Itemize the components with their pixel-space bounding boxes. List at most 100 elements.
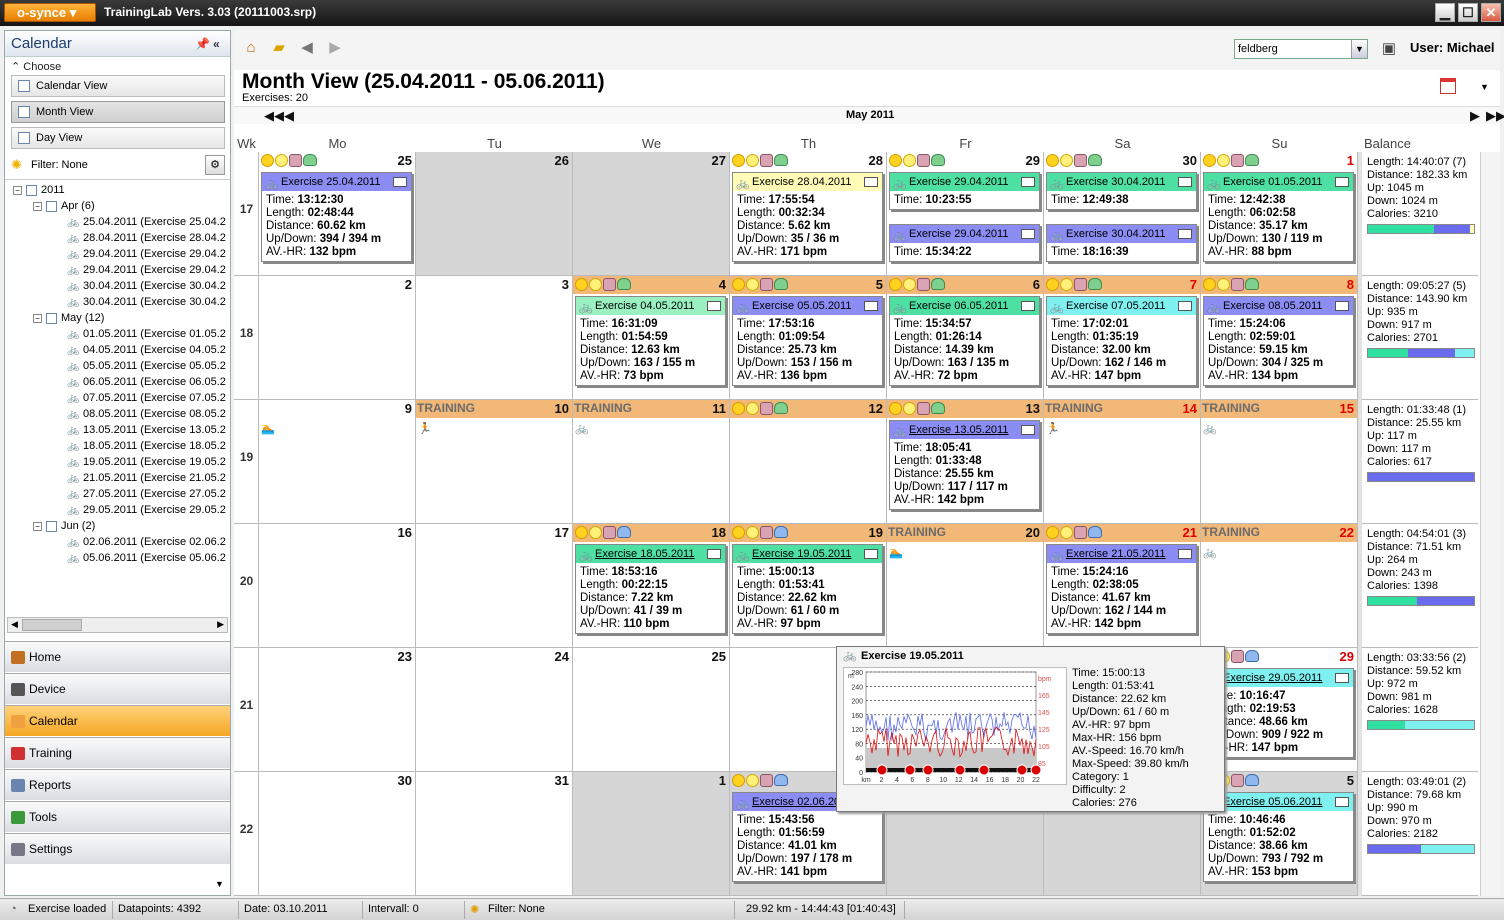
details-icon[interactable] — [1335, 177, 1349, 187]
exercise-card[interactable]: 🚲 Exercise 30.04.2011 Time: 12:49:38 — [1046, 172, 1197, 210]
exercise-card[interactable]: 🚲Exercise 29.05.2011Time: 10:16:47Length… — [1203, 668, 1354, 758]
exercise-card[interactable]: 🚲 Exercise 25.04.2011 Time: 13:12:30 Length… — [261, 172, 412, 262]
day-cell[interactable]: 25 — [573, 648, 730, 772]
maximize-button[interactable]: ☐ — [1458, 3, 1478, 22]
exercise-card[interactable]: 🚲Exercise 05.06.2011Time: 10:46:46Length… — [1203, 792, 1354, 882]
exercise-card-header[interactable]: 🚲 Exercise 13.05.2011 — [890, 421, 1039, 439]
tree-exercise-item[interactable]: 🚲 30.04.2011 (Exercise 30.04.2 — [67, 294, 226, 310]
day-cell[interactable]: 5 🚲 Exercise 05.05.2011 Time: 17:53:16 Lengt… — [730, 276, 887, 400]
exercise-card[interactable]: 🚲 Exercise 19.05.2011 Time: 15:00:13 Length… — [732, 544, 883, 634]
day-cell[interactable]: 18 🚲 Exercise 18.05.2011 Time: 18:53:16 Leng… — [573, 524, 730, 648]
exercise-card[interactable]: 🚲 Exercise 06.05.2011 Time: 15:34:57 Length… — [889, 296, 1040, 386]
forward-arrow-icon[interactable]: ▶ — [326, 40, 344, 56]
exercise-card-header[interactable]: 🚲 Exercise 04.05.2011 — [576, 297, 725, 315]
exercise-title[interactable]: Exercise 08.05.2011 — [1223, 300, 1322, 312]
exercise-title[interactable]: Exercise 30.04.2011 — [1066, 228, 1165, 240]
exercise-card-header[interactable]: 🚲 Exercise 21.05.2011 — [1047, 545, 1196, 563]
tree-exercise-item[interactable]: 🚲 05.05.2011 (Exercise 05.05.2 — [67, 358, 226, 374]
exercise-title[interactable]: Exercise 05.06.2011 — [1223, 796, 1322, 808]
exercise-card[interactable]: 🚲 Exercise 29.04.2011 Time: 10:23:55 — [889, 172, 1040, 210]
day-cell[interactable]: 23 — [259, 648, 416, 772]
exercise-card-header[interactable]: 🚲 Exercise 28.04.2011 — [733, 173, 882, 191]
tree-month-may[interactable]: − May (12) — [33, 310, 104, 326]
details-icon[interactable] — [1021, 301, 1035, 311]
day-cell[interactable]: 8 🚲 Exercise 08.05.2011 Time: 15:24:06 Lengt… — [1201, 276, 1358, 400]
close-button[interactable]: ✕ — [1481, 3, 1501, 22]
filter-settings-button[interactable]: ⚙ — [205, 155, 225, 175]
exercise-card[interactable]: 🚲 Exercise 08.05.2011 Time: 15:24:06 Length… — [1203, 296, 1354, 386]
tree-exercise-item[interactable]: 🚲 21.05.2011 (Exercise 21.05.2 — [67, 470, 226, 486]
exercise-title[interactable]: Exercise 21.05.2011 — [1066, 548, 1165, 560]
day-cell[interactable]: 21 🚲 Exercise 21.05.2011 Time: 15:24:16 Leng… — [1044, 524, 1201, 648]
month-view-button[interactable]: Month View — [11, 101, 225, 123]
exercise-title[interactable]: Exercise 04.05.2011 — [595, 300, 694, 312]
exercise-card[interactable]: 🚲 Exercise 13.05.2011 Time: 18:05:41 Length… — [889, 420, 1040, 510]
exercise-title[interactable]: Exercise 30.04.2011 — [1066, 176, 1165, 188]
day-cell[interactable]: 16 — [259, 524, 416, 648]
details-icon[interactable] — [1335, 797, 1349, 807]
exercise-title[interactable]: Exercise 01.05.2011 — [1223, 176, 1322, 188]
nav-tools-button[interactable]: Tools — [5, 801, 230, 832]
day-cell[interactable]: TRAINING 20 🏊 — [887, 524, 1044, 648]
day-view-button[interactable]: Day View — [11, 127, 225, 149]
scroll-right-icon[interactable]: ▶ — [217, 619, 224, 630]
nav-more-chevron-icon[interactable]: ▼ — [215, 879, 224, 889]
details-icon[interactable] — [864, 301, 878, 311]
day-cell[interactable]: TRAINING 15 🚲 — [1201, 400, 1358, 524]
tree-exercise-item[interactable]: 🚲 02.06.2011 (Exercise 02.06.2 — [67, 534, 226, 550]
next-month-icon[interactable]: ▶ — [1470, 108, 1480, 124]
tree-exercise-item[interactable]: 🚲 04.05.2011 (Exercise 04.05.2 — [67, 342, 226, 358]
day-cell[interactable]: 1 — [573, 772, 730, 896]
day-cell[interactable]: 12 — [730, 400, 887, 524]
exercise-title[interactable]: Exercise 19.05.2011 — [752, 548, 851, 560]
exercise-card[interactable]: 🚲 Exercise 18.05.2011 Time: 18:53:16 Length… — [575, 544, 726, 634]
day-cell[interactable]: TRAINING 22 🚲 — [1201, 524, 1358, 648]
tree-exercise-item[interactable]: 🚲 01.05.2011 (Exercise 01.05.2 — [67, 326, 226, 342]
minimize-button[interactable]: ▁ — [1435, 3, 1455, 22]
home-icon[interactable]: ⌂ — [242, 40, 260, 56]
exercise-card[interactable]: 🚲 Exercise 29.04.2011 Time: 15:34:22 — [889, 224, 1040, 262]
tree-exercise-item[interactable]: 🚲 19.05.2011 (Exercise 19.05.2 — [67, 454, 226, 470]
menu-chevron-icon[interactable]: ▼ — [1480, 82, 1489, 92]
day-cell[interactable]: TRAINING 14 🏃 — [1044, 400, 1201, 524]
day-cell[interactable]: 31 — [416, 772, 573, 896]
nav-device-button[interactable]: Device — [5, 673, 230, 704]
details-icon[interactable] — [864, 177, 878, 187]
nav-settings-button[interactable]: Settings — [5, 833, 230, 864]
app-logo-menu[interactable]: o-synce ▾ — [4, 3, 96, 22]
exercise-card-header[interactable]: 🚲 Exercise 25.04.2011 — [262, 173, 411, 191]
nav-home-button[interactable]: Home — [5, 641, 230, 672]
exercise-card[interactable]: 🚲 Exercise 05.05.2011 Time: 17:53:16 Length… — [732, 296, 883, 386]
day-cell[interactable]: 17 — [416, 524, 573, 648]
day-cell[interactable]: TRAINING 11 🚲 — [573, 400, 730, 524]
exercise-card-header[interactable]: 🚲 Exercise 05.05.2011 — [733, 297, 882, 315]
exercise-card[interactable]: 🚲 Exercise 04.05.2011 Time: 16:31:09 Length… — [575, 296, 726, 386]
exercise-title[interactable]: Exercise 29.04.2011 — [909, 228, 1008, 240]
tree-exercise-item[interactable]: 🚲 29.04.2011 (Exercise 29.04.2 — [67, 246, 226, 262]
back-arrow-icon[interactable]: ◀ — [298, 40, 316, 56]
tree-expand-icon[interactable]: − — [33, 521, 42, 531]
day-cell[interactable]: TRAINING 10 🏃 — [416, 400, 573, 524]
day-cell[interactable]: 19 🚲 Exercise 19.05.2011 Time: 15:00:13 Leng… — [730, 524, 887, 648]
tree-horizontal-scrollbar[interactable]: ◀ ▶ — [7, 617, 228, 633]
next-year-icon[interactable]: ▶▶ — [1486, 108, 1504, 124]
details-icon[interactable] — [864, 549, 878, 559]
exercise-card-header[interactable]: 🚲Exercise 05.06.2011 — [1204, 793, 1353, 811]
exercise-title[interactable]: Exercise 13.05.2011 — [909, 424, 1008, 436]
device-icon[interactable]: ▣ — [1380, 41, 1398, 57]
profile-select[interactable]: feldberg ▼ — [1234, 39, 1368, 59]
exercise-card-header[interactable]: 🚲 Exercise 06.05.2011 — [890, 297, 1039, 315]
day-cell[interactable]: 29 🚲 Exercise 29.04.2011 Time: 10:23:55 🚲 Exe… — [887, 152, 1044, 276]
details-icon[interactable] — [707, 301, 721, 311]
details-icon[interactable] — [1335, 301, 1349, 311]
folder-icon[interactable]: ▰ — [270, 40, 288, 56]
day-cell[interactable]: 2 — [259, 276, 416, 400]
day-cell[interactable]: 30 — [259, 772, 416, 896]
tree-exercise-item[interactable]: 🚲 06.05.2011 (Exercise 06.05.2 — [67, 374, 226, 390]
exercise-title[interactable]: Exercise 29.05.2011 — [1223, 672, 1322, 684]
exercise-card-header[interactable]: 🚲 Exercise 07.05.2011 — [1047, 297, 1196, 315]
tree-exercise-item[interactable]: 🚲 30.04.2011 (Exercise 30.04.2 — [67, 278, 226, 294]
day-cell[interactable]: 24 — [416, 648, 573, 772]
exercise-title[interactable]: Exercise 29.04.2011 — [909, 176, 1008, 188]
tree-expand-icon[interactable]: − — [13, 185, 22, 195]
